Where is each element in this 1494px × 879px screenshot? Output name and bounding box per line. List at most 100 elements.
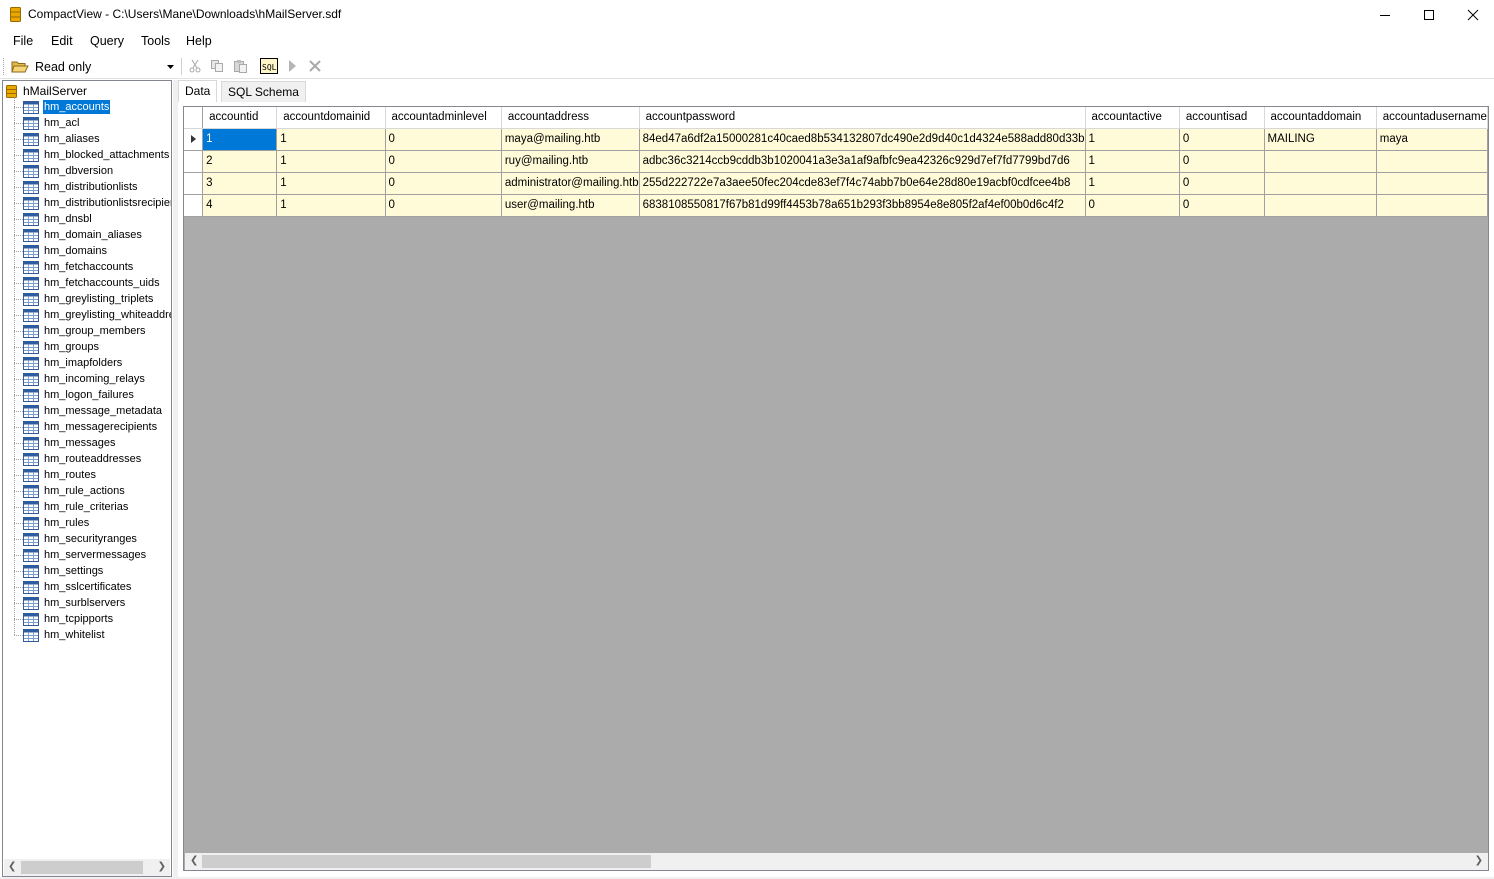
data-grid[interactable]: accountid accountdomainid accountadminleve…: [183, 106, 1489, 871]
cell-accountadusername[interactable]: maya: [1376, 128, 1488, 151]
paste-button[interactable]: [231, 57, 249, 75]
tree-item-hm-settings[interactable]: hm_settings: [23, 563, 104, 579]
scroll-right-icon[interactable]: ❯: [1475, 855, 1483, 866]
cell-accountpassword[interactable]: 255d222722e7a3aee50fec204cde83ef7f4c74ab…: [639, 172, 1086, 195]
column-header-accountactive[interactable]: accountactive: [1085, 107, 1180, 129]
menu-query[interactable]: Query: [90, 34, 124, 48]
cell-accountisad[interactable]: 0: [1179, 172, 1265, 195]
cell-accountadminlevel[interactable]: 0: [385, 172, 502, 195]
row-header[interactable]: [184, 128, 204, 151]
tree-item-hm-distributionlistsrecipient[interactable]: hm_distributionlistsrecipient: [23, 195, 171, 211]
tree-item-hm-routeaddresses[interactable]: hm_routeaddresses: [23, 451, 142, 467]
cell-accountaddomain[interactable]: [1264, 150, 1377, 173]
table-row[interactable]: 1 1 0 maya@mailing.htb 84ed47a6df2a15000281c…: [184, 128, 1488, 151]
tree-item-hm-surblservers[interactable]: hm_surblservers: [23, 595, 126, 611]
scroll-right-icon[interactable]: ❯: [158, 861, 166, 872]
column-header-accountadusername[interactable]: accountadusername: [1376, 107, 1488, 129]
close-button[interactable]: [1450, 0, 1494, 30]
tree-item-hm-distributionlists[interactable]: hm_distributionlists: [23, 179, 139, 195]
cell-accountdomainid[interactable]: 1: [276, 128, 386, 151]
scroll-left-icon[interactable]: ❮: [190, 855, 198, 866]
column-header-accountaddomain[interactable]: accountaddomain: [1264, 107, 1377, 129]
tree-item-hm-rule-actions[interactable]: hm_rule_actions: [23, 483, 126, 499]
menu-edit[interactable]: Edit: [51, 34, 73, 48]
sql-button[interactable]: SQL: [260, 57, 278, 75]
tree-item-hm-sslcertificates[interactable]: hm_sslcertificates: [23, 579, 132, 595]
table-row[interactable]: 2 1 0 ruy@mailing.htb adbc36c3214ccb9cddb3b1…: [184, 150, 1488, 173]
cell-accountdomainid[interactable]: 1: [276, 194, 386, 217]
menu-help[interactable]: Help: [186, 34, 212, 48]
tree-item-hm-logon-failures[interactable]: hm_logon_failures: [23, 387, 135, 403]
tree-item-hm-routes[interactable]: hm_routes: [23, 467, 97, 483]
cell-accountadusername[interactable]: [1376, 172, 1488, 195]
tree-item-hm-messagerecipients[interactable]: hm_messagerecipients: [23, 419, 158, 435]
cell-accountid[interactable]: 4: [202, 194, 278, 217]
menu-tools[interactable]: Tools: [141, 34, 170, 48]
row-header[interactable]: [184, 150, 204, 173]
tree-item-hm-groups[interactable]: hm_groups: [23, 339, 100, 355]
grid-horizontal-scrollbar[interactable]: ❮ ❯: [185, 853, 1488, 870]
cell-accountpassword[interactable]: 6838108550817f67b81d99ff4453b78a651b293f…: [639, 194, 1086, 217]
cell-accountid[interactable]: 3: [202, 172, 278, 195]
tree-item-hm-accounts[interactable]: hm_accounts: [23, 99, 111, 115]
tree-item-hm-message-metadata[interactable]: hm_message_metadata: [23, 403, 163, 419]
tree-item-hm-whitelist[interactable]: hm_whitelist: [23, 627, 106, 643]
menu-file[interactable]: File: [13, 34, 33, 48]
tree-item-hm-messages[interactable]: hm_messages: [23, 435, 117, 451]
scroll-left-icon[interactable]: ❮: [8, 861, 16, 872]
cell-accountpassword[interactable]: adbc36c3214ccb9cddb3b1020041a3e3a1af9afb…: [639, 150, 1086, 173]
tree-item-hm-securityranges[interactable]: hm_securityranges: [23, 531, 138, 547]
cell-accountadminlevel[interactable]: 0: [385, 150, 502, 173]
cell-accountdomainid[interactable]: 1: [276, 150, 386, 173]
panel-splitter[interactable]: [173, 80, 178, 877]
tree-item-hm-rules[interactable]: hm_rules: [23, 515, 90, 531]
tree-item-hm-servermessages[interactable]: hm_servermessages: [23, 547, 147, 563]
cell-accountid[interactable]: 2: [202, 150, 278, 173]
row-header[interactable]: [184, 194, 204, 217]
table-row[interactable]: 3 1 0 administrator@mailing.htb 255d222722e7…: [184, 172, 1488, 195]
tab-sql-schema[interactable]: SQL Schema: [221, 81, 306, 102]
scroll-thumb[interactable]: [202, 855, 651, 868]
cell-accountisad[interactable]: 0: [1179, 150, 1265, 173]
run-button[interactable]: [283, 57, 301, 75]
cell-accountadusername[interactable]: [1376, 194, 1488, 217]
grid-corner[interactable]: [184, 107, 204, 129]
cell-accountadusername[interactable]: [1376, 150, 1488, 173]
tree-item-hm-fetchaccounts-uids[interactable]: hm_fetchaccounts_uids: [23, 275, 161, 291]
cell-accountaddomain[interactable]: [1264, 194, 1377, 217]
column-header-accountadminlevel[interactable]: accountadminlevel: [385, 107, 502, 129]
tab-data[interactable]: Data: [178, 80, 218, 102]
tree-item-hm-dnsbl[interactable]: hm_dnsbl: [23, 211, 93, 227]
cancel-button[interactable]: [306, 57, 324, 75]
cell-accountisad[interactable]: 0: [1179, 194, 1265, 217]
tree-item-hm-rule-criterias[interactable]: hm_rule_criterias: [23, 499, 129, 515]
scroll-thumb[interactable]: [21, 861, 143, 874]
cell-accountaddomain[interactable]: MAILING: [1264, 128, 1377, 151]
cell-accountaddress[interactable]: administrator@mailing.htb: [501, 172, 640, 195]
copy-button[interactable]: [208, 57, 226, 75]
tree-root[interactable]: hMailServer: [6, 83, 87, 99]
tree-item-hm-fetchaccounts[interactable]: hm_fetchaccounts: [23, 259, 134, 275]
cell-accountactive[interactable]: 1: [1085, 150, 1180, 173]
table-row[interactable]: 4 1 0 user@mailing.htb 6838108550817f67b81d9…: [184, 194, 1488, 217]
cell-accountadminlevel[interactable]: 0: [385, 128, 502, 151]
column-header-accountid[interactable]: accountid: [202, 107, 278, 129]
column-header-accountpassword[interactable]: accountpassword: [639, 107, 1086, 129]
tree-item-hm-acl[interactable]: hm_acl: [23, 115, 80, 131]
tree-item-hm-imapfolders[interactable]: hm_imapfolders: [23, 355, 123, 371]
tree-horizontal-scrollbar[interactable]: ❮ ❯: [4, 859, 170, 876]
column-header-accountisad[interactable]: accountisad: [1179, 107, 1265, 129]
cell-accountaddomain[interactable]: [1264, 172, 1377, 195]
tree-item-hm-greylisting-whiteaddres[interactable]: hm_greylisting_whiteaddres: [23, 307, 171, 323]
cell-accountaddress[interactable]: user@mailing.htb: [501, 194, 640, 217]
tree-item-hm-group-members[interactable]: hm_group_members: [23, 323, 147, 339]
tree-item-hm-aliases[interactable]: hm_aliases: [23, 131, 101, 147]
maximize-button[interactable]: [1406, 0, 1452, 30]
cell-accountpassword[interactable]: 84ed47a6df2a15000281c40caed8b534132807dc…: [639, 128, 1086, 151]
minimize-button[interactable]: [1362, 0, 1408, 30]
cell-accountdomainid[interactable]: 1: [276, 172, 386, 195]
row-header[interactable]: [184, 172, 204, 195]
column-header-accountdomainid[interactable]: accountdomainid: [276, 107, 386, 129]
cell-accountactive[interactable]: 0: [1085, 194, 1180, 217]
cell-accountisad[interactable]: 0: [1179, 128, 1265, 151]
